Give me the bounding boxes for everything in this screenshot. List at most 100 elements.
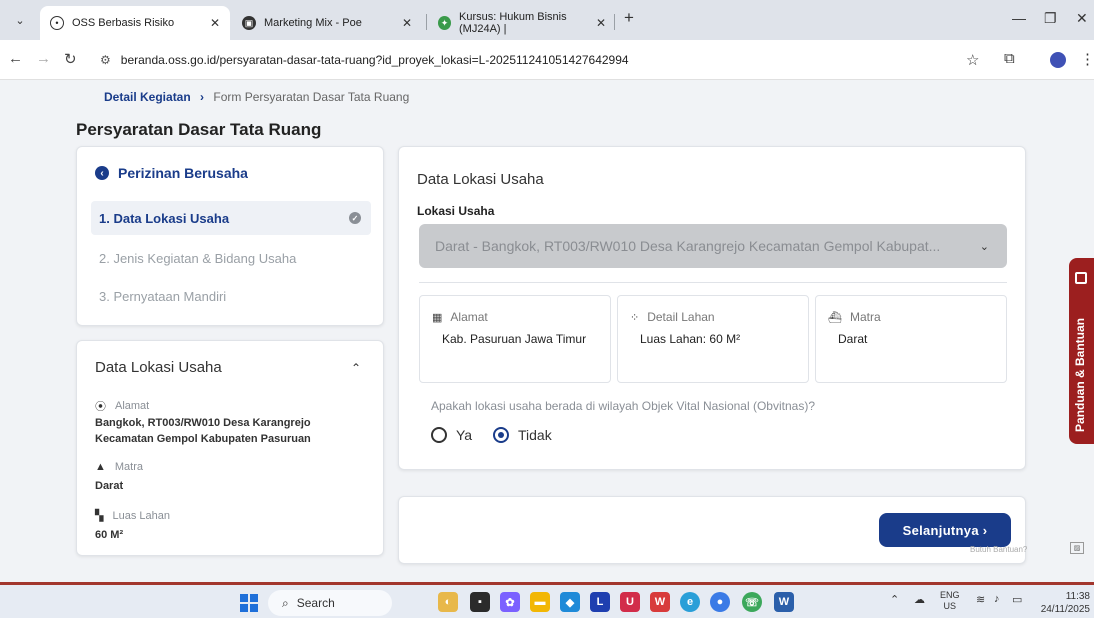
mountain-icon: ▲: [95, 461, 106, 473]
tab-kursus[interactable]: ✦ Kursus: Hukum Bisnis (MJ24A) | ✕: [428, 6, 616, 40]
breadcrumb-current: Form Persyaratan Dasar Tata Ruang: [213, 90, 410, 104]
radio-unchecked-icon[interactable]: [431, 427, 447, 443]
wps-icon[interactable]: W: [650, 592, 670, 612]
language-indicator[interactable]: ENG US: [940, 590, 960, 612]
chevron-up-icon[interactable]: ⌃: [351, 361, 361, 375]
step-data-lokasi[interactable]: 1. Data Lokasi Usaha ✓: [91, 201, 371, 235]
wifi-icon[interactable]: ≋: [976, 593, 985, 606]
tab-title: OSS Berbasis Risiko: [72, 17, 175, 29]
whatsapp-icon[interactable]: ☏: [742, 592, 762, 612]
close-icon[interactable]: ✕: [210, 16, 220, 30]
windows-start-icon[interactable]: [240, 594, 258, 612]
tab-separator: [426, 14, 427, 30]
help-text[interactable]: Butuh Bantuan?: [970, 545, 1027, 554]
pocket-icon[interactable]: U: [620, 592, 640, 612]
store-icon[interactable]: ◆: [560, 592, 580, 612]
tab-poe[interactable]: ▣ Marketing Mix - Poe ✕: [232, 6, 422, 40]
panduan-bantuan-tab[interactable]: Panduan & Bantuan: [1069, 258, 1094, 444]
window-close-icon[interactable]: ✕: [1076, 10, 1088, 27]
back-arrow-icon[interactable]: ←: [8, 50, 23, 67]
radio-checked-icon[interactable]: [493, 427, 509, 443]
browser-tab-bar: ⌄ • OSS Berbasis Risiko ✕ ▣ Marketing Mi…: [0, 0, 1094, 40]
back-link-label: Perizinan Berusaha: [118, 165, 248, 181]
tab-separator: [614, 14, 615, 30]
page-title: Persyaratan Dasar Tata Ruang: [76, 120, 322, 139]
edge-icon[interactable]: e: [680, 592, 700, 612]
summary-card: Data Lokasi Usaha ⌃ ⦿ Alamat Bangkok, RT…: [76, 340, 384, 556]
radio-ya[interactable]: Ya: [431, 427, 472, 443]
copilot-icon[interactable]: ✿: [500, 592, 520, 612]
widgets-icon[interactable]: ◐: [438, 592, 458, 612]
summary-label-text: Matra: [114, 461, 144, 473]
onedrive-cloud-icon[interactable]: ☁: [914, 593, 925, 606]
site-settings-icon[interactable]: ⚙: [100, 53, 111, 67]
forward-arrow-icon[interactable]: →: [36, 50, 51, 67]
search-icon: ⌕: [282, 595, 289, 610]
close-icon[interactable]: ✕: [596, 16, 606, 30]
clock-date: 24/11/2025: [1040, 604, 1090, 615]
info-detail-lahan: ⁘ Detail Lahan Luas Lahan: 60 M²: [617, 295, 809, 383]
step-label: 1. Data Lokasi Usaha: [99, 210, 230, 226]
tab-title: Kursus: Hukum Bisnis (MJ24A) |: [459, 11, 567, 35]
chevron-down-icon: ⌄: [979, 240, 989, 253]
close-icon[interactable]: ✕: [402, 16, 412, 30]
breadcrumb: Detail Kegiatan › Form Persyaratan Dasar…: [104, 90, 409, 104]
ruler-icon: ▚: [95, 510, 104, 522]
panel-icon: [1075, 272, 1087, 284]
minimize-icon[interactable]: —: [1012, 10, 1026, 26]
next-button[interactable]: Selanjutnya ›: [879, 513, 1011, 547]
info-label-text: Alamat: [450, 310, 488, 324]
section-title: Data Lokasi Usaha: [417, 171, 544, 188]
step-label: 3. Pernyataan Mandiri: [99, 288, 227, 304]
ship-icon: ⛴: [828, 311, 842, 324]
side-tab-label: Panduan & Bantuan: [1073, 317, 1087, 432]
chrome-icon[interactable]: ●: [710, 592, 730, 612]
poe-favicon-icon: ▣: [242, 16, 256, 30]
tray-chevron-up-icon[interactable]: ⌃: [890, 593, 899, 606]
obvitnas-question: Apakah lokasi usaha berada di wilayah Ob…: [431, 399, 815, 413]
extensions-puzzle-icon[interactable]: ⧉: [1004, 50, 1015, 67]
reload-icon[interactable]: ↻: [64, 50, 77, 68]
lang-top: ENG: [940, 590, 960, 600]
volume-icon[interactable]: ♪: [994, 593, 1000, 605]
breadcrumb-parent-link[interactable]: Detail Kegiatan: [104, 90, 191, 104]
summary-matra-label: ▲ Matra: [95, 461, 143, 473]
profile-avatar[interactable]: [1050, 52, 1066, 68]
broken-image-icon[interactable]: ▨: [1070, 542, 1084, 554]
battery-icon[interactable]: ▭: [1012, 593, 1022, 606]
clock[interactable]: 11:38 24/11/2025: [1038, 590, 1090, 616]
new-tab-plus-icon[interactable]: +: [624, 8, 634, 28]
tab-search-chevron-icon[interactable]: ⌄: [8, 8, 32, 32]
task-view-icon[interactable]: ▪: [470, 592, 490, 612]
summary-luas-value: 60 M²: [95, 529, 124, 541]
file-explorer-icon[interactable]: ▬: [530, 592, 550, 612]
browser-menu-icon[interactable]: ⋮: [1080, 50, 1094, 68]
info-label: ▦ Alamat: [432, 310, 488, 324]
info-label: ⛴ Matra: [828, 310, 881, 324]
summary-alamat-value: Bangkok, RT003/RW010 Desa Karangrejo Kec…: [95, 417, 311, 445]
radio-label: Tidak: [518, 427, 552, 443]
oss-favicon-icon: •: [50, 16, 64, 30]
step-jenis-kegiatan[interactable]: 2. Jenis Kegiatan & Bidang Usaha: [91, 241, 371, 275]
clock-time: 11:38: [1065, 591, 1090, 602]
bookmark-star-icon[interactable]: ☆: [966, 51, 979, 69]
divider: [419, 282, 1007, 283]
main-form-card: Data Lokasi Usaha Lokasi Usaha Darat - B…: [398, 146, 1026, 470]
lokasi-usaha-select[interactable]: Darat - Bangkok, RT003/RW010 Desa Karang…: [419, 224, 1007, 268]
summary-luas-label: ▚ Luas Lahan: [95, 509, 170, 523]
back-perizinan-link[interactable]: ‹ Perizinan Berusaha: [95, 165, 248, 181]
l-app-icon[interactable]: L: [590, 592, 610, 612]
kursus-favicon-icon: ✦: [438, 16, 452, 30]
tab-title: Marketing Mix - Poe: [264, 17, 362, 29]
tab-oss[interactable]: • OSS Berbasis Risiko ✕: [40, 6, 230, 40]
taskbar-search[interactable]: ⌕ Search: [268, 590, 392, 616]
url-input[interactable]: ⚙ beranda.oss.go.id/persyaratan-dasar-ta…: [100, 46, 1000, 74]
step-pernyataan-mandiri[interactable]: 3. Pernyataan Mandiri: [91, 279, 371, 313]
word-icon[interactable]: W: [774, 592, 794, 612]
restore-icon[interactable]: ❐: [1044, 10, 1057, 27]
summary-alamat-label: ⦿ Alamat: [95, 398, 149, 414]
location-pin-icon: ⦿: [95, 401, 106, 413]
info-label-text: Detail Lahan: [647, 310, 715, 324]
lang-bottom: US: [943, 601, 957, 611]
radio-tidak[interactable]: Tidak: [493, 427, 552, 443]
